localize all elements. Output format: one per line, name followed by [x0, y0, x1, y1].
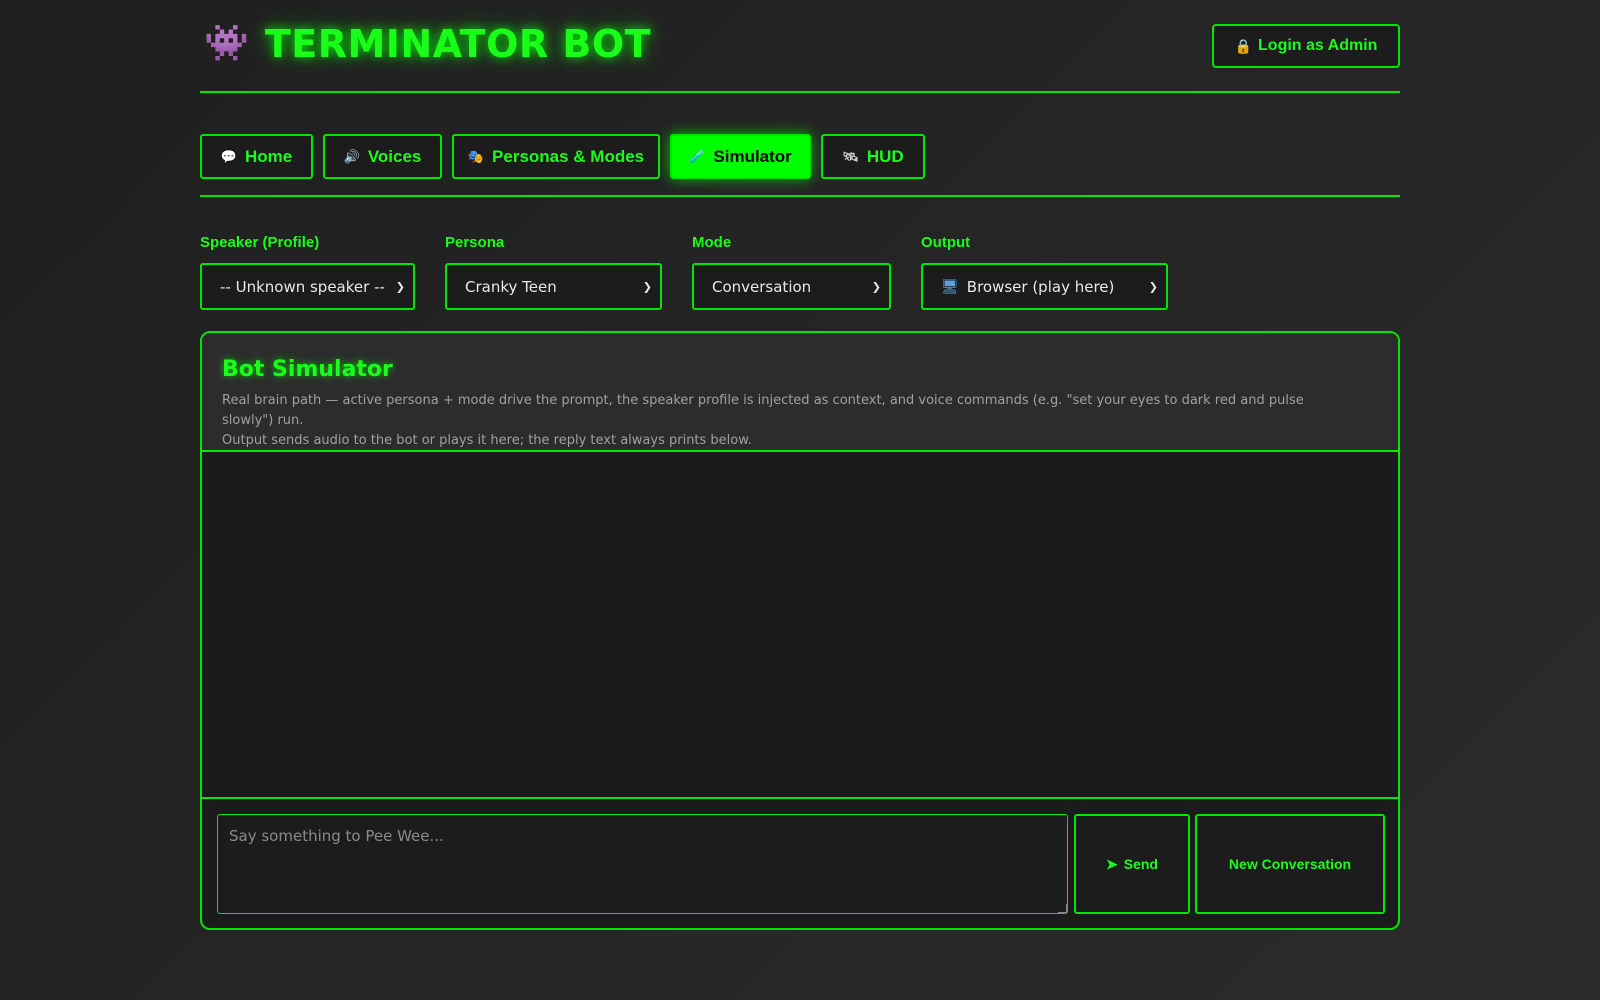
speaker-label: Speaker (Profile): [200, 234, 320, 251]
nav-tabs: 💬 Home 🔊 Voices 🎭 Personas & Modes 🧪 Sim…: [200, 93, 1400, 197]
tab-hud[interactable]: 🛰 HUD: [821, 134, 925, 179]
speaker-select-value: -- Unknown speaker --: [220, 277, 385, 296]
tab-simulator-label: Simulator: [713, 146, 792, 166]
message-input[interactable]: [217, 814, 1068, 914]
output-label: Output: [921, 234, 971, 251]
bot-simulator-panel: Bot Simulator Real brain path — active p…: [200, 331, 1400, 930]
computer-icon: 🖥: [941, 278, 959, 295]
simulator-description-line-2: Output sends audio to the bot or plays i…: [222, 433, 752, 448]
speech-bubble-icon: 💬: [220, 148, 237, 164]
output-select-value: Browser (play here): [966, 277, 1115, 296]
simulator-title: Bot Simulator: [222, 357, 393, 382]
send-arrow-icon: ➤: [1106, 855, 1118, 872]
tab-personas-modes[interactable]: 🎭 Personas & Modes: [452, 134, 660, 179]
app-header: 👾 TERMINATOR BOT 🔒 Login as Admin: [200, 0, 1400, 93]
alien-monster-icon: 👾: [204, 23, 249, 64]
speaker-icon: 🔊: [343, 148, 360, 164]
chevron-down-icon: ❯: [1148, 280, 1158, 293]
send-button-label: Send: [1123, 856, 1158, 872]
persona-select-value: Cranky Teen: [465, 277, 557, 296]
tab-home-label: Home: [244, 146, 293, 166]
lock-icon: 🔒: [1234, 37, 1253, 54]
mode-select[interactable]: Conversation ❯: [692, 263, 891, 310]
app-container: 👾 TERMINATOR BOT 🔒 Login as Admin 💬 Home…: [200, 0, 1400, 930]
simulator-description-line-1: Real brain path — active persona + mode …: [222, 393, 1304, 428]
simulator-controls: Speaker (Profile) -- Unknown speaker -- …: [200, 197, 1400, 329]
new-conversation-button[interactable]: New Conversation: [1195, 814, 1385, 914]
test-tube-icon: 🧪: [689, 148, 706, 164]
message-input-row: ➤ Send New Conversation: [202, 799, 1398, 928]
login-admin-label: Login as Admin: [1258, 37, 1378, 54]
chat-log[interactable]: [202, 452, 1398, 799]
output-select[interactable]: 🖥 Browser (play here) ❯: [921, 263, 1168, 310]
tab-voices[interactable]: 🔊 Voices: [323, 134, 442, 179]
tab-personas-modes-label: Personas & Modes: [492, 146, 645, 166]
chevron-down-icon: ❯: [642, 280, 652, 293]
simulator-description: Real brain path — active persona + mode …: [222, 391, 1352, 451]
persona-label: Persona: [445, 234, 505, 251]
mode-label: Mode: [692, 234, 732, 251]
tab-hud-label: HUD: [866, 146, 904, 166]
theater-masks-icon: 🎭: [467, 148, 485, 164]
chevron-down-icon: ❯: [395, 280, 405, 293]
login-admin-button[interactable]: 🔒 Login as Admin: [1212, 24, 1400, 68]
send-button[interactable]: ➤ Send: [1074, 814, 1190, 914]
speaker-select[interactable]: -- Unknown speaker -- ❯: [200, 263, 415, 310]
brand: 👾 TERMINATOR BOT: [204, 22, 651, 66]
persona-select[interactable]: Cranky Teen ❯: [445, 263, 662, 310]
tab-simulator[interactable]: 🧪 Simulator: [670, 134, 811, 179]
chevron-down-icon: ❯: [871, 280, 881, 293]
simulator-header: Bot Simulator Real brain path — active p…: [202, 333, 1398, 452]
resize-handle[interactable]: [1058, 904, 1067, 913]
app-title: TERMINATOR BOT: [264, 22, 652, 66]
mode-select-value: Conversation: [712, 277, 812, 296]
tab-voices-label: Voices: [367, 146, 422, 166]
satellite-icon: 🛰: [842, 148, 859, 164]
new-conversation-label: New Conversation: [1228, 856, 1352, 872]
tab-home[interactable]: 💬 Home: [200, 134, 313, 179]
